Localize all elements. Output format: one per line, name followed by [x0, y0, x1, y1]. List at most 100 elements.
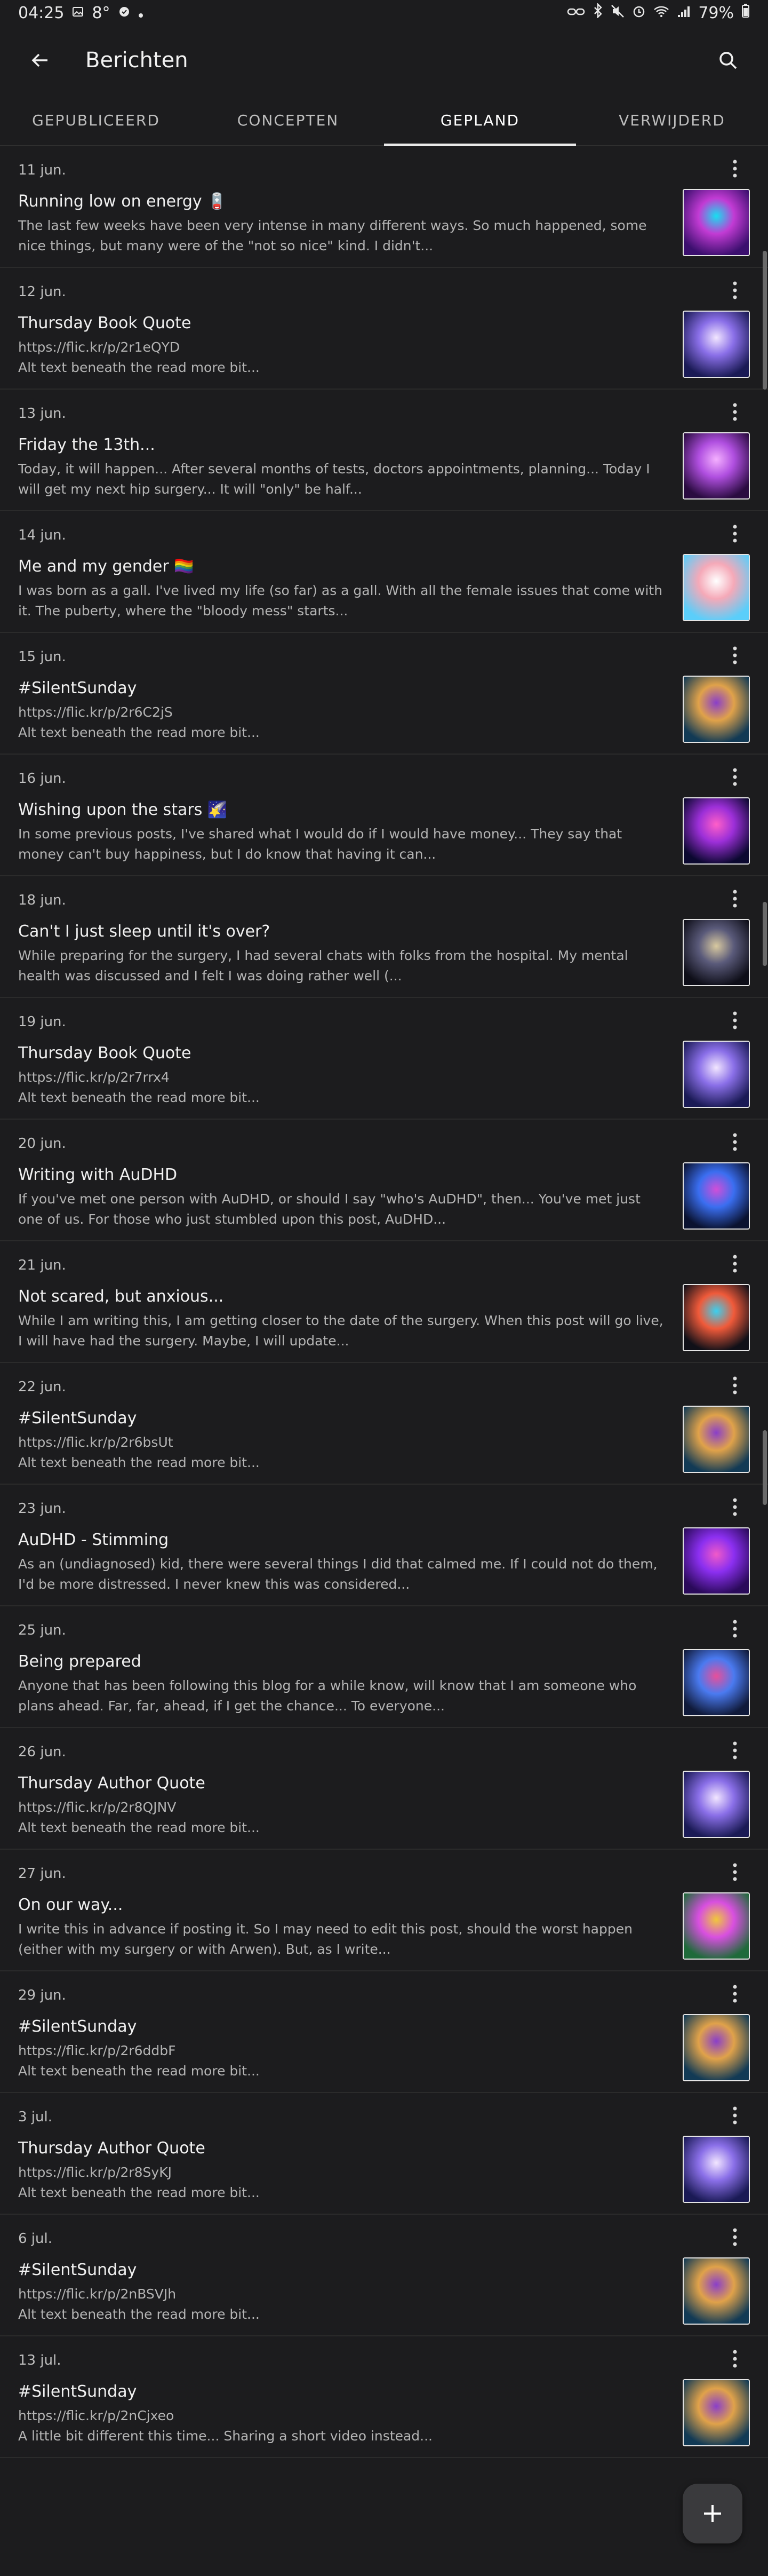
more-options-button[interactable]: [724, 401, 746, 423]
post-excerpt: https://flic.kr/p/2nBSVJh Alt text benea…: [18, 2286, 260, 2322]
app-notification-icon: [118, 4, 131, 22]
thumbnail-image: [684, 2258, 749, 2324]
post-thumbnail[interactable]: [683, 1649, 750, 1716]
thumbnail-image: [684, 1285, 749, 1350]
search-button[interactable]: [709, 42, 747, 79]
post-excerpt: While preparing for the surgery, I had s…: [18, 948, 628, 984]
post-row[interactable]: 27 jun. On our way... I write this in ad…: [0, 1850, 768, 1971]
tab-drafts[interactable]: CONCEPTEN: [192, 95, 384, 145]
post-row[interactable]: 22 jun. #SilentSunday https://flic.kr/p/…: [0, 1363, 768, 1485]
tab-deleted[interactable]: VERWIJDERD: [576, 95, 768, 145]
thumbnail-image: [684, 1163, 749, 1228]
more-options-button[interactable]: [724, 1618, 746, 1639]
post-title: Friday the 13th...: [18, 435, 155, 454]
more-vert-icon: [733, 1498, 737, 1516]
post-date: 13 jun.: [18, 406, 66, 422]
post-thumbnail[interactable]: [683, 2379, 750, 2446]
post-thumbnail[interactable]: [683, 2257, 750, 2325]
post-thumbnail[interactable]: [683, 1892, 750, 1960]
more-vert-icon: [733, 2228, 737, 2246]
post-thumbnail[interactable]: [683, 189, 750, 256]
post-row[interactable]: 19 jun. Thursday Book Quote https://flic…: [0, 998, 768, 1120]
search-icon: [719, 52, 737, 69]
more-options-button[interactable]: [724, 523, 746, 544]
post-row[interactable]: 11 jun. Running low on energy 🪫 The last…: [0, 146, 768, 268]
post-title: Being prepared: [18, 1652, 141, 1671]
more-options-button[interactable]: [724, 1131, 746, 1153]
post-date: 25 jun.: [18, 1622, 66, 1638]
scrollbar-marker: [763, 902, 767, 966]
post-row[interactable]: 21 jun. Not scared, but anxious... While…: [0, 1241, 768, 1363]
tab-published[interactable]: GEPUBLICEERD: [0, 95, 192, 145]
more-options-button[interactable]: [724, 158, 746, 179]
alarm-icon: [632, 4, 646, 22]
thumbnail-image: [684, 677, 749, 742]
thumbnail-image: [684, 798, 749, 863]
more-options-button[interactable]: [724, 1496, 746, 1518]
scrollbar-thumb[interactable]: [763, 251, 767, 390]
post-thumbnail[interactable]: [683, 2014, 750, 2081]
more-vert-icon: [733, 2350, 737, 2368]
post-thumbnail[interactable]: [683, 2136, 750, 2203]
post-title: #SilentSunday: [18, 2261, 137, 2279]
more-options-button[interactable]: [724, 888, 746, 909]
post-thumbnail[interactable]: [683, 1162, 750, 1230]
post-row[interactable]: 6 jul. #SilentSunday https://flic.kr/p/2…: [0, 2215, 768, 2336]
thumbnail-image: [684, 920, 749, 985]
post-thumbnail[interactable]: [683, 1771, 750, 1838]
post-row[interactable]: 25 jun. Being prepared Anyone that has b…: [0, 1606, 768, 1728]
app-bar: Berichten: [0, 26, 768, 95]
post-row[interactable]: 20 jun. Writing with AuDHD If you've met…: [0, 1120, 768, 1241]
post-row[interactable]: 13 jul. #SilentSunday https://flic.kr/p/…: [0, 2336, 768, 2458]
post-excerpt: In some previous posts, I've shared what…: [18, 826, 622, 862]
post-title: Not scared, but anxious...: [18, 1287, 224, 1306]
post-thumbnail[interactable]: [683, 311, 750, 378]
more-vert-icon: [733, 1863, 737, 1881]
post-thumbnail[interactable]: [683, 919, 750, 986]
post-thumbnail[interactable]: [683, 1406, 750, 1473]
back-button[interactable]: [21, 42, 59, 79]
post-row[interactable]: 23 jun. AuDHD - Stimming As an (undiagno…: [0, 1485, 768, 1606]
post-row[interactable]: 26 jun. Thursday Author Quote https://fl…: [0, 1728, 768, 1850]
tab-scheduled[interactable]: GEPLAND: [384, 95, 576, 146]
more-vert-icon: [733, 281, 737, 299]
post-row[interactable]: 18 jun. Can't I just sleep until it's ov…: [0, 876, 768, 998]
post-thumbnail[interactable]: [683, 676, 750, 743]
post-thumbnail[interactable]: [683, 1041, 750, 1108]
post-row[interactable]: 3 jul. Thursday Author Quote https://fli…: [0, 2093, 768, 2215]
post-date: 12 jun.: [18, 284, 66, 300]
more-options-button[interactable]: [724, 280, 746, 301]
more-options-button[interactable]: [724, 1740, 746, 1761]
more-options-button[interactable]: [724, 1861, 746, 1883]
thumbnail-image: [684, 1042, 749, 1107]
post-row[interactable]: 16 jun. Wishing upon the stars 🌠 In some…: [0, 755, 768, 876]
post-row[interactable]: 15 jun. #SilentSunday https://flic.kr/p/…: [0, 633, 768, 755]
post-row[interactable]: 13 jun. Friday the 13th... Today, it wil…: [0, 390, 768, 511]
post-thumbnail[interactable]: [683, 432, 750, 500]
post-date: 18 jun.: [18, 892, 66, 908]
post-title: #SilentSunday: [18, 2017, 137, 2036]
post-title: Thursday Author Quote: [18, 1774, 205, 1793]
more-options-button[interactable]: [724, 1010, 746, 1031]
more-options-button[interactable]: [724, 2226, 746, 2248]
more-options-button[interactable]: [724, 2105, 746, 2126]
post-thumbnail[interactable]: [683, 797, 750, 865]
post-thumbnail[interactable]: [683, 1284, 750, 1351]
post-row[interactable]: 14 jun. Me and my gender 🏳️‍🌈 I was born…: [0, 511, 768, 633]
more-options-button[interactable]: [724, 1983, 746, 2004]
post-thumbnail[interactable]: [683, 1527, 750, 1595]
more-options-button[interactable]: [724, 766, 746, 788]
post-title: Thursday Author Quote: [18, 2139, 205, 2158]
more-vert-icon: [733, 646, 737, 664]
new-post-button[interactable]: [683, 2484, 742, 2543]
more-options-button[interactable]: [724, 1375, 746, 1396]
more-vert-icon: [733, 890, 737, 908]
post-date: 6 jul.: [18, 2231, 52, 2247]
post-excerpt: As an (undiagnosed) kid, there were seve…: [18, 1556, 658, 1592]
more-options-button[interactable]: [724, 2348, 746, 2369]
post-row[interactable]: 12 jun. Thursday Book Quote https://flic…: [0, 268, 768, 390]
more-options-button[interactable]: [724, 645, 746, 666]
post-thumbnail[interactable]: [683, 554, 750, 621]
post-row[interactable]: 29 jun. #SilentSunday https://flic.kr/p/…: [0, 1971, 768, 2093]
more-options-button[interactable]: [724, 1253, 746, 1274]
